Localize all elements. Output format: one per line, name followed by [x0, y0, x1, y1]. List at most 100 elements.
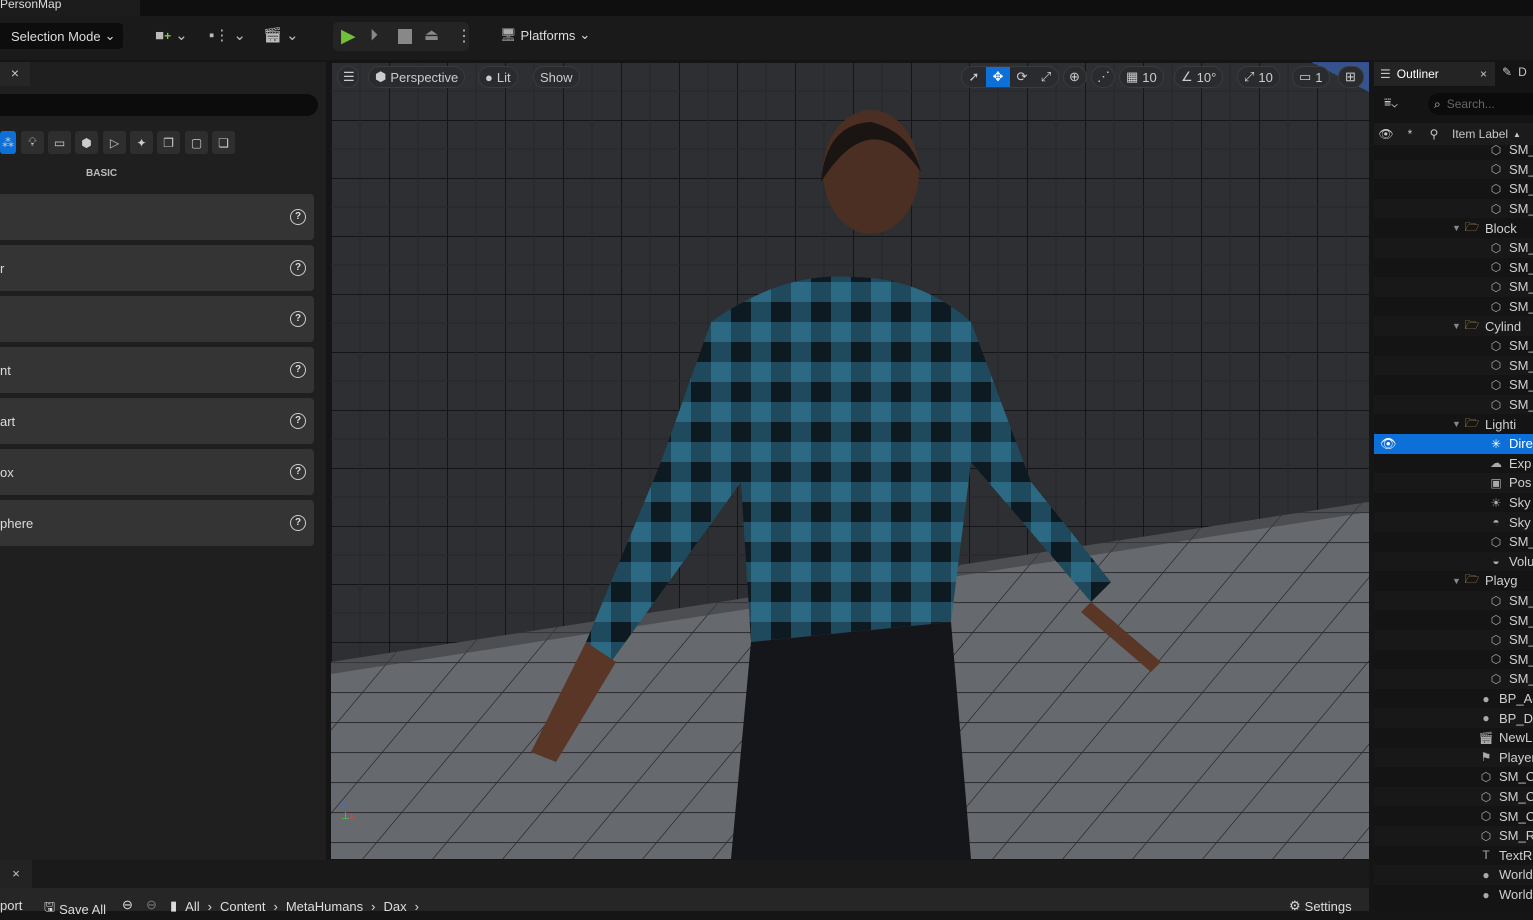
level-viewport[interactable]: z ⊥x	[331, 62, 1369, 859]
surface-snap-icon[interactable]: ⋰	[1091, 66, 1115, 88]
category-all-classes-icon[interactable]: ❏	[212, 131, 235, 154]
category-geometry-icon[interactable]: ❐	[157, 131, 180, 154]
viewport-menu-icon[interactable]: ☰	[337, 66, 359, 88]
platforms-button[interactable]: 🖥︎ Platforms ⌄	[500, 27, 590, 43]
move-icon[interactable]: ✥	[986, 67, 1010, 87]
outliner-row[interactable]: ⬡ SM_	[1374, 238, 1533, 258]
category-cinematic-icon[interactable]: ▭	[48, 131, 71, 154]
outliner-row[interactable]: ⬡ SM_	[1374, 355, 1533, 376]
outliner-row[interactable]: ⬡ SM_	[1374, 630, 1533, 650]
breadcrumb-item[interactable]: Dax	[384, 899, 407, 914]
outliner-row[interactable]: ▼ 🗁︎ Cylind	[1374, 316, 1533, 336]
category-visual-effects-icon[interactable]: ⬢	[75, 131, 98, 154]
outliner-row[interactable]: ◓ Sky	[1374, 512, 1533, 532]
place-actors-search[interactable]	[0, 94, 318, 116]
outliner-row[interactable]: ▣ Pos	[1374, 473, 1533, 493]
actor-item[interactable]: phere?	[0, 500, 314, 546]
outliner-row[interactable]: ⬡ SM_	[1374, 258, 1533, 278]
help-icon[interactable]: ?	[290, 260, 306, 276]
actor-item[interactable]: ox?	[0, 449, 314, 495]
actor-item[interactable]: nt?	[0, 347, 314, 393]
breadcrumb-item[interactable]: Content	[220, 899, 266, 914]
close-icon[interactable]: ×	[1480, 67, 1487, 81]
outliner-row[interactable]: 🎬︎ NewL	[1374, 728, 1533, 748]
breadcrumb-item[interactable]: All	[185, 899, 199, 914]
outliner-search[interactable]: ⌕ Search...	[1428, 93, 1533, 115]
star-column-icon[interactable]: *	[1398, 127, 1422, 141]
category-lights-icon[interactable]: 💡︎	[21, 131, 44, 154]
blueprint-button[interactable]: ▪⋮ ⌄	[209, 26, 246, 44]
level-tab[interactable]: PersonMap	[0, 0, 140, 16]
rotate-icon[interactable]: ⟳	[1010, 69, 1034, 85]
outliner-row[interactable]: ⬡ SM_	[1374, 179, 1533, 199]
actor-item[interactable]: ?	[0, 296, 314, 342]
category-shapes-icon[interactable]: ▢	[185, 131, 208, 154]
outliner-row[interactable]: T TextR	[1374, 846, 1533, 866]
outliner-row[interactable]: ⬡ SM_	[1374, 669, 1533, 689]
help-icon[interactable]: ?	[290, 464, 306, 480]
visibility-eye-icon[interactable]: 👁︎	[1380, 436, 1397, 452]
outliner-row[interactable]: ⚑ Player	[1374, 747, 1533, 768]
more-options-icon[interactable]: ⋮	[456, 26, 472, 46]
actor-item[interactable]: ?	[0, 194, 314, 240]
help-icon[interactable]: ?	[290, 362, 306, 378]
show-button[interactable]: Show	[533, 66, 580, 88]
pin-column-icon[interactable]: ⚲	[1422, 127, 1446, 141]
outliner-row[interactable]: ⬡ SM_	[1374, 336, 1533, 356]
outliner-row[interactable]: ⬡ SM_	[1374, 140, 1533, 160]
outliner-row[interactable]: ⬡ SM_	[1374, 394, 1533, 415]
expand-arrow-icon[interactable]: ▼	[1452, 321, 1461, 331]
eject-icon[interactable]: ⏏	[424, 25, 439, 45]
perspective-button[interactable]: ⬢ Perspective	[368, 66, 466, 88]
outliner-row[interactable]: ☁ Exp	[1374, 454, 1533, 474]
category-basic-icon[interactable]: ⁂	[0, 131, 16, 154]
outliner-row[interactable]: ⬡ SM_	[1374, 532, 1533, 552]
view-mode-button[interactable]: ● Lit	[478, 66, 518, 88]
scale-icon[interactable]: ⤢	[1034, 69, 1058, 85]
outliner-row[interactable]: ⬡ SM_	[1374, 375, 1533, 395]
help-icon[interactable]: ?	[290, 209, 306, 225]
category-volumes-icon[interactable]: ▷	[103, 131, 126, 154]
outliner-row[interactable]: ◒ Volu	[1374, 551, 1533, 572]
expand-arrow-icon[interactable]: ▼	[1452, 419, 1461, 429]
play-icon[interactable]: ▶	[341, 25, 356, 48]
outliner-row[interactable]: ⬡ SM_C	[1374, 806, 1533, 826]
cinematics-button[interactable]: 🎬︎ ⌄	[263, 26, 299, 44]
outliner-row[interactable]: ⬡ SM_C	[1374, 767, 1533, 787]
outliner-tab[interactable]: ☰ Outliner ×	[1374, 62, 1495, 86]
stop-icon[interactable]	[398, 29, 412, 44]
outliner-row[interactable]: ⬡ SM_	[1374, 159, 1533, 180]
outliner-row[interactable]: ● BP_Ac	[1374, 689, 1533, 709]
category-particles-icon[interactable]: ✦	[130, 131, 153, 154]
expand-arrow-icon[interactable]: ▼	[1452, 223, 1461, 233]
close-content-browser[interactable]: ×	[0, 860, 32, 888]
actor-item[interactable]: art?	[0, 398, 314, 444]
outliner-row[interactable]: ⬡ SM_	[1374, 650, 1533, 670]
selection-mode-dropdown[interactable]: Selection Mode ⌄	[0, 23, 123, 49]
layout-icon[interactable]: ⊞	[1338, 66, 1364, 88]
outliner-row[interactable]: ▼ 🗁︎ Block	[1374, 218, 1533, 238]
help-icon[interactable]: ?	[290, 311, 306, 327]
scale-snap-button[interactable]: ⤢ 10	[1237, 66, 1280, 88]
details-tab[interactable]: ✎ D	[1502, 65, 1527, 79]
actor-item[interactable]: r?	[0, 245, 314, 291]
select-icon[interactable]: ➚	[962, 69, 986, 85]
outliner-row[interactable]: ⬡ SM_C	[1374, 786, 1533, 807]
filter-icon[interactable]: ⩸⌄	[1384, 95, 1398, 110]
outliner-row[interactable]: ⬡ SM_	[1374, 198, 1533, 219]
outliner-row[interactable]: ● World	[1374, 885, 1533, 905]
outliner-row[interactable]: ⬡ SM_	[1374, 610, 1533, 630]
outliner-row[interactable]: ● BP_Da	[1374, 708, 1533, 728]
outliner-row[interactable]: 👁︎ ✳ Dire	[1374, 434, 1533, 454]
outliner-row[interactable]: ▼ 🗁︎ Playg	[1374, 571, 1533, 591]
outliner-row[interactable]: ⬡ SM_	[1374, 297, 1533, 317]
save-all-button[interactable]: 🖫︎ Save All	[44, 898, 106, 920]
help-icon[interactable]: ?	[290, 413, 306, 429]
expand-arrow-icon[interactable]: ▼	[1452, 576, 1461, 586]
outliner-row[interactable]: ⬡ SM_	[1374, 590, 1533, 611]
help-icon[interactable]: ?	[290, 515, 306, 531]
visibility-column-icon[interactable]: 👁︎	[1374, 127, 1398, 141]
outliner-row[interactable]: ▼ 🗁︎ Lighti	[1374, 414, 1533, 434]
close-panel-button[interactable]: ×	[0, 62, 30, 86]
settings-button[interactable]: ⚙ Settings	[1289, 898, 1352, 914]
